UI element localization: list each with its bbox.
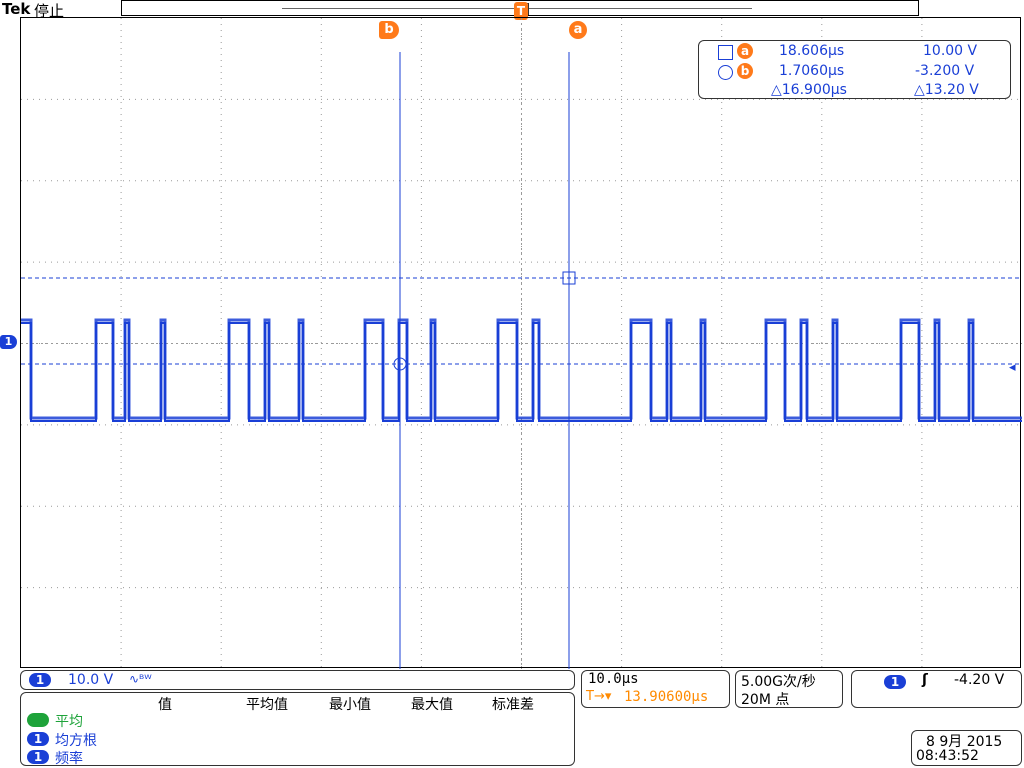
- channel-1-ground-marker[interactable]: 1: [0, 335, 17, 349]
- channel-1-scale-panel[interactable]: 1 10.0 V ∿ᴮᵂ: [20, 670, 575, 690]
- meas-header-mean: 平均值: [246, 697, 288, 713]
- trigger-slope-icon: ʃ: [922, 672, 928, 688]
- cursor-delta-time: △16.900µs: [771, 82, 847, 98]
- trigger-source-badge: 1: [884, 675, 906, 689]
- readout-a-icon: a: [737, 43, 753, 59]
- meas-row-2-label: 均方根: [55, 733, 97, 749]
- cursor-delta-voltage: △13.20 V: [914, 82, 979, 98]
- cursor-readout-panel: a 18.606µs 10.00 V b 1.7060µs -3.200 V △…: [698, 40, 1011, 99]
- timebase-scale: 10.0µs: [588, 671, 639, 687]
- time-display: 08:43:52: [916, 748, 979, 764]
- acquisition-panel[interactable]: 5.00G次/秒 20M 点: [735, 670, 843, 708]
- cursor-a-time: 18.606µs: [779, 43, 845, 59]
- bandwidth-limit-icon: ∿ᴮᵂ: [129, 672, 152, 686]
- cursor-b-time: 1.7060µs: [779, 63, 845, 79]
- meas-row-3-badge: 1: [27, 750, 49, 764]
- meas-header-max: 最大值: [411, 697, 453, 713]
- record-length: 20M 点: [741, 692, 790, 708]
- trigger-panel[interactable]: 1 ʃ -4.20 V: [851, 670, 1022, 708]
- meas-row-2-badge: 1: [27, 732, 49, 746]
- channel-1-marker-label: 1: [4, 335, 13, 348]
- cursor-b-circle-icon: [718, 65, 733, 80]
- trigger-marker-label: T: [516, 4, 526, 18]
- meas-header-stddev: 标准差: [492, 697, 534, 713]
- meas-row-1-label: 平均: [55, 714, 83, 730]
- horizontal-position-prefix: T→▾: [586, 689, 612, 704]
- cursor-b-voltage: -3.200 V: [915, 63, 975, 79]
- meas-row-3-label: 频率: [55, 751, 83, 767]
- meas-header-value: 值: [158, 697, 172, 713]
- readout-b-icon: b: [737, 63, 753, 79]
- meas-row-1-badge: 4: [27, 713, 49, 727]
- timebase-panel[interactable]: 10.0µs T→▾ 13.90600µs: [581, 670, 730, 708]
- trigger-level-arrow-icon: ◂: [1009, 360, 1016, 375]
- trigger-level: -4.20 V: [954, 672, 1005, 688]
- sample-rate: 5.00G次/秒: [741, 674, 816, 690]
- graticule-and-trace: [21, 18, 1022, 669]
- cursor-a-square-icon: [718, 45, 733, 60]
- cursor-a-voltage: 10.00 V: [923, 43, 978, 59]
- measurements-panel: 值 平均值 最小值 最大值 标准差 4 平均 1 均方根 1 频率: [20, 692, 575, 767]
- channel-1-volts-per-div: 10.0 V: [68, 672, 114, 688]
- brand-logo: Tek: [2, 0, 31, 18]
- meas-header-min: 最小值: [329, 697, 371, 713]
- waveform-display[interactable]: [20, 17, 1022, 669]
- horizontal-position: 13.90600µs: [624, 689, 709, 705]
- channel-1-badge: 1: [29, 673, 51, 687]
- datetime-panel: 8 9月 2015 08:43:52: [911, 730, 1022, 766]
